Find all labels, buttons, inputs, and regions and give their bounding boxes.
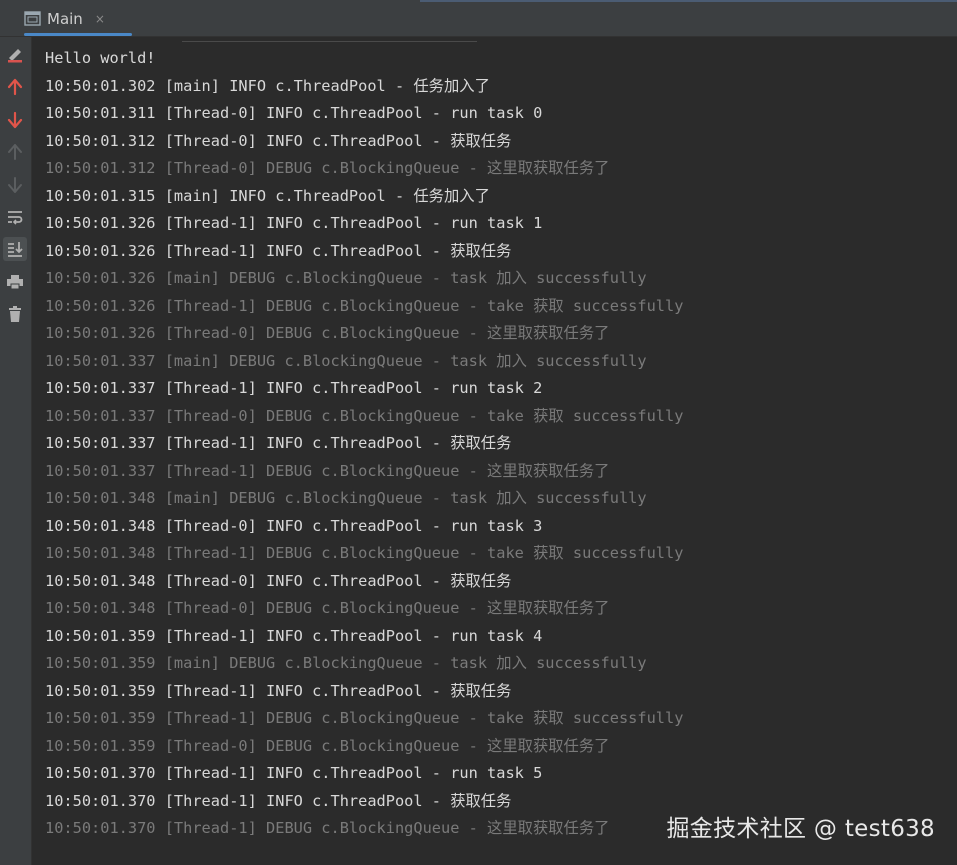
ide-run-window: Main × Hello world! 10:50:01.302 [main] … <box>0 0 957 865</box>
arrow-up-red-icon[interactable] <box>3 75 27 99</box>
info-log-line: 10:50:01.312 [Thread-0] INFO c.ThreadPoo… <box>45 131 512 150</box>
info-log-line: Hello world! <box>45 49 156 67</box>
debug-log-line: 10:50:01.370 [Thread-1] DEBUG c.Blocking… <box>45 819 610 837</box>
scroll-to-end-icon[interactable] <box>3 237 27 261</box>
info-log-line: 10:50:01.326 [Thread-1] INFO c.ThreadPoo… <box>45 241 512 260</box>
info-log-line: 10:50:01.337 [Thread-1] INFO c.ThreadPoo… <box>45 379 543 397</box>
info-log-line: 10:50:01.315 [main] INFO c.ThreadPool - … <box>45 186 490 205</box>
arrow-up-disabled-icon[interactable] <box>3 140 27 164</box>
scrolled-line-edge <box>182 37 477 42</box>
trash-icon[interactable] <box>3 302 27 326</box>
console-lines: Hello world! 10:50:01.302 [main] INFO c.T… <box>45 45 683 843</box>
info-log-line: 10:50:01.359 [Thread-1] INFO c.ThreadPoo… <box>45 626 543 645</box>
debug-log-line: 10:50:01.312 [Thread-0] DEBUG c.Blocking… <box>45 159 610 177</box>
debug-log-line: 10:50:01.337 [main] DEBUG c.BlockingQueu… <box>45 351 647 370</box>
debug-log-line: 10:50:01.359 [Thread-1] DEBUG c.Blocking… <box>45 709 684 727</box>
debug-log-line: 10:50:01.337 [Thread-0] DEBUG c.Blocking… <box>45 406 684 425</box>
console-output[interactable]: Hello world! 10:50:01.302 [main] INFO c.T… <box>32 37 957 865</box>
tab-active-indicator <box>24 33 132 36</box>
debug-log-line: 10:50:01.326 [main] DEBUG c.BlockingQueu… <box>45 269 647 287</box>
arrow-down-disabled-icon[interactable] <box>3 173 27 197</box>
info-log-line: 10:50:01.348 [Thread-0] INFO c.ThreadPoo… <box>45 516 543 535</box>
tab-main[interactable]: Main × <box>14 4 132 36</box>
debug-log-line: 10:50:01.337 [Thread-1] DEBUG c.Blocking… <box>45 461 610 480</box>
info-log-line: 10:50:01.311 [Thread-0] INFO c.ThreadPoo… <box>45 104 543 122</box>
tab-title: Main <box>47 9 83 28</box>
clear-output-icon[interactable] <box>3 43 27 67</box>
debug-log-line: 10:50:01.348 [Thread-0] DEBUG c.Blocking… <box>45 599 610 617</box>
print-icon[interactable] <box>3 270 27 294</box>
close-icon[interactable]: × <box>95 12 105 26</box>
debug-log-line: 10:50:01.326 [Thread-1] DEBUG c.Blocking… <box>45 296 684 315</box>
debug-log-line: 10:50:01.359 [main] DEBUG c.BlockingQueu… <box>45 654 647 672</box>
watermark: 掘金技术社区 @ test638 <box>666 816 935 842</box>
debug-log-line: 10:50:01.326 [Thread-0] DEBUG c.Blocking… <box>45 324 610 342</box>
debug-log-line: 10:50:01.348 [Thread-1] DEBUG c.Blocking… <box>45 544 684 562</box>
top-strip <box>420 0 957 2</box>
info-log-line: 10:50:01.370 [Thread-1] INFO c.ThreadPoo… <box>45 791 512 810</box>
console-window-icon <box>24 11 41 26</box>
info-log-line: 10:50:01.359 [Thread-1] INFO c.ThreadPoo… <box>45 681 512 700</box>
info-log-line: 10:50:01.302 [main] INFO c.ThreadPool - … <box>45 76 490 95</box>
info-log-line: 10:50:01.370 [Thread-1] INFO c.ThreadPoo… <box>45 764 543 782</box>
info-log-line: 10:50:01.348 [Thread-0] INFO c.ThreadPoo… <box>45 571 512 590</box>
soft-wrap-icon[interactable] <box>3 205 27 229</box>
info-log-line: 10:50:01.326 [Thread-1] INFO c.ThreadPoo… <box>45 214 543 232</box>
info-log-line: 10:50:01.337 [Thread-1] INFO c.ThreadPoo… <box>45 434 512 452</box>
arrow-down-red-icon[interactable] <box>3 108 27 132</box>
debug-log-line: 10:50:01.359 [Thread-0] DEBUG c.Blocking… <box>45 736 610 755</box>
console-toolbar <box>0 37 32 865</box>
run-tab-bar: Main × <box>0 0 957 37</box>
debug-log-line: 10:50:01.348 [main] DEBUG c.BlockingQueu… <box>45 489 647 507</box>
